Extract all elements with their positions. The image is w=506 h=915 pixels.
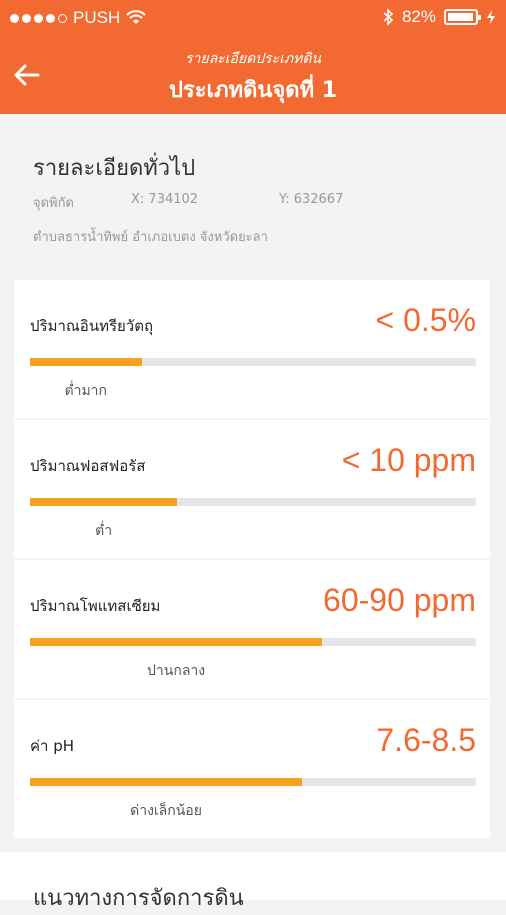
signal-dot (22, 13, 31, 23)
signal-dot (46, 13, 55, 23)
battery-icon (444, 9, 481, 25)
metric-card-organic-matter: ปริมาณอินทรียวัตถุ < 0.5% ต่ำมาก (14, 280, 490, 420)
soil-metrics-list: ปริมาณอินทรียวัตถุ < 0.5% ต่ำมาก ปริมาณฟ… (14, 280, 490, 840)
soil-management-title: แนวทางการจัดการดิน (33, 886, 244, 911)
page-title: ประเภทดินจุดที่ 1 (168, 78, 338, 103)
metric-level-bar (30, 358, 476, 366)
metric-label: ปริมาณฟอสฟอรัส (30, 457, 146, 475)
soil-management-section: แนวทางการจัดการดิน (0, 852, 506, 911)
metric-level-label: ต่ำมาก (64, 383, 108, 399)
signal-dot (58, 13, 67, 23)
carrier-name: PUSH (73, 8, 121, 27)
nav-subtitle: รายละเอียดประเภทดิน (184, 51, 321, 67)
metric-level-label: ปานกลาง (147, 663, 206, 679)
metric-level-fill (30, 498, 178, 506)
metric-label: ปริมาณโพแทสเซียม (30, 597, 161, 615)
location-address: ตำบลธารน้ำทิพย์ อำเภอเบตง จังหวัดยะลา (33, 230, 268, 245)
metric-value: 7.6-8.5 (376, 722, 476, 758)
battery-percent: 82% (401, 7, 436, 26)
metric-level-bar (30, 498, 476, 506)
bluetooth-icon (383, 8, 394, 26)
coordinate-label: จุดพิกัด (33, 196, 74, 211)
metric-card-ph: ค่า pH 7.6-8.5 ด่างเล็กน้อย (14, 700, 490, 840)
signal-strength-icon (10, 13, 67, 23)
status-bar: PUSH 82% (0, 0, 506, 36)
metric-level-fill (30, 638, 323, 646)
metric-value: 60-90 ppm (323, 582, 476, 618)
wifi-icon (126, 10, 146, 24)
nav-bar: รายละเอียดประเภทดิน ประเภทดินจุดที่ 1 (0, 36, 506, 114)
metric-value: < 10 ppm (341, 442, 476, 478)
coordinate-y: Y: 632667 (279, 192, 344, 207)
metric-label: ค่า pH (30, 737, 75, 755)
metric-card-phosphorus: ปริมาณฟอสฟอรัส < 10 ppm ต่ำ (14, 420, 490, 560)
signal-dot (10, 13, 19, 23)
signal-dot (34, 13, 43, 23)
metric-card-potassium: ปริมาณโพแทสเซียม 60-90 ppm ปานกลาง (14, 560, 490, 700)
general-details-section: รายละเอียดทั่วไป จุดพิกัด X: 734102 Y: 6… (0, 114, 506, 280)
metric-level-label: ต่ำ (95, 523, 113, 539)
metric-level-bar (30, 638, 476, 646)
status-right: 82% (382, 7, 496, 27)
metric-label: ปริมาณอินทรียวัตถุ (30, 317, 154, 335)
metric-level-label: ด่างเล็กน้อย (130, 803, 202, 819)
metric-level-fill (30, 358, 142, 366)
status-left: PUSH (10, 8, 146, 28)
coordinate-x: X: 734102 (131, 192, 199, 207)
metric-level-fill (30, 778, 303, 786)
metric-level-bar (30, 778, 476, 786)
metric-value: < 0.5% (375, 302, 476, 338)
charging-icon (487, 10, 495, 24)
general-details-title: รายละเอียดทั่วไป (33, 156, 196, 181)
